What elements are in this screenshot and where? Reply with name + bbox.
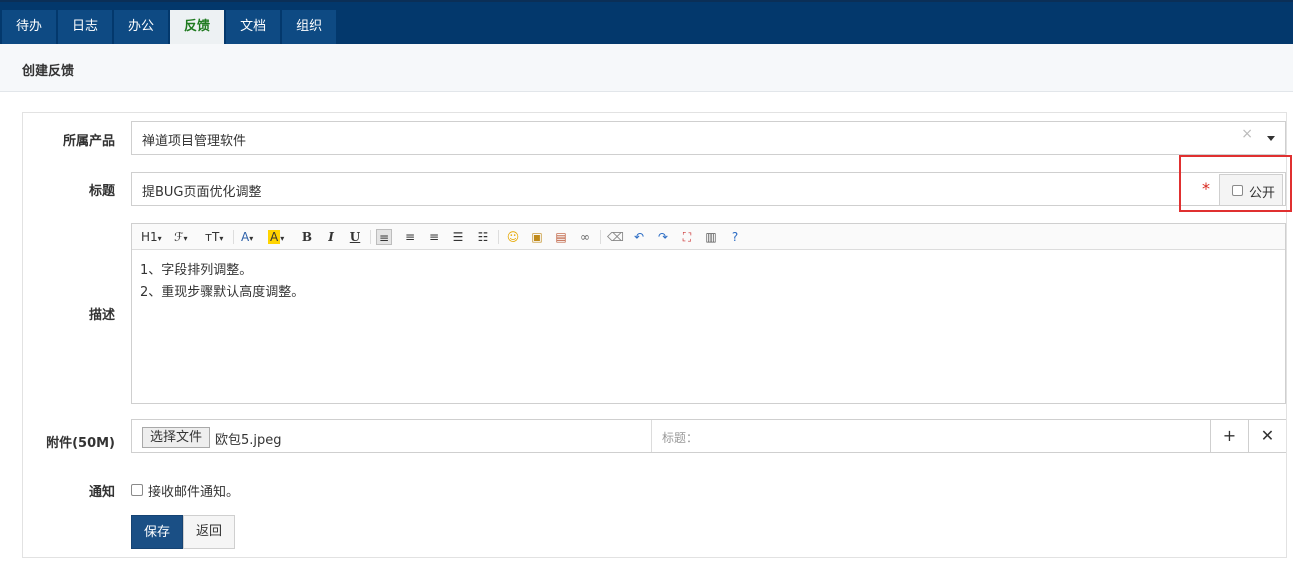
toolbar-separator xyxy=(600,230,601,244)
align-right-icon[interactable]: ≡ xyxy=(426,229,442,245)
attachment-row: 选择文件 欧包5.jpeg 标题： + ✕ xyxy=(131,419,1286,453)
code-icon[interactable]: ▤ xyxy=(553,229,569,245)
italic-icon[interactable]: I xyxy=(323,229,339,245)
main-tabs: 待办 日志 办公 反馈 文档 组织 xyxy=(2,10,338,44)
fullscreen-icon[interactable]: ⛶ xyxy=(679,229,695,245)
bold-icon[interactable]: B xyxy=(299,229,315,245)
title-value: 提BUG页面优化调整 xyxy=(142,185,262,200)
page-title: 创建反馈 xyxy=(22,64,75,79)
toolbar-separator xyxy=(370,230,371,244)
product-value: 禅道项目管理软件 xyxy=(142,134,247,149)
font-color-button[interactable]: A▾ xyxy=(241,229,253,245)
tab-feedback[interactable]: 反馈 xyxy=(170,10,225,44)
public-toggle[interactable]: 公开 xyxy=(1219,174,1283,206)
public-checkbox[interactable] xyxy=(1232,185,1243,196)
email-notify-label[interactable]: 接收邮件通知。 xyxy=(148,481,239,500)
file-name: 欧包5.jpeg xyxy=(215,433,282,448)
save-button[interactable]: 保存 xyxy=(131,515,183,549)
feedback-form: 所属产品 禅道项目管理软件 × 标题 提BUG页面优化调整 * 公开 描述 H1… xyxy=(22,112,1287,558)
title-label: 标题 xyxy=(88,184,115,199)
align-center-icon[interactable]: ≡ xyxy=(402,229,418,245)
attachment-title-input[interactable]: 标题： xyxy=(651,420,1210,452)
tab-todo[interactable]: 待办 xyxy=(2,10,57,44)
description-label: 描述 xyxy=(88,308,115,323)
editor-toolbar: H1▾ ℱ▾ ᴛT▾ A▾ A ▾ B I U ≡ ≡ ≡ ☰ ☷ ☺ ▣ ▤ ∞… xyxy=(132,224,1285,250)
notify-label: 通知 xyxy=(88,485,115,500)
back-button[interactable]: 返回 xyxy=(183,515,235,549)
close-icon: ✕ xyxy=(1260,426,1275,445)
font-family-button[interactable]: ℱ▾ xyxy=(174,229,187,245)
tab-log[interactable]: 日志 xyxy=(58,10,113,44)
description-editor[interactable]: H1▾ ℱ▾ ᴛT▾ A▾ A ▾ B I U ≡ ≡ ≡ ☰ ☷ ☺ ▣ ▤ ∞… xyxy=(131,223,1286,404)
toolbar-separator xyxy=(498,230,499,244)
unordered-list-icon[interactable]: ☷ xyxy=(475,229,491,245)
email-notify-checkbox[interactable] xyxy=(131,484,143,496)
help-icon[interactable]: ? xyxy=(727,229,743,245)
emoji-icon[interactable]: ☺ xyxy=(505,229,521,245)
attachment-title-placeholder: 标题： xyxy=(662,431,699,445)
content-line: 1、字段排列调整。 xyxy=(140,263,253,278)
redo-icon[interactable]: ↷ xyxy=(655,229,671,245)
template-icon[interactable]: ▥ xyxy=(703,229,719,245)
heading-button[interactable]: H1▾ xyxy=(141,229,162,245)
chevron-down-icon[interactable] xyxy=(1267,136,1275,141)
tab-office[interactable]: 办公 xyxy=(114,10,169,44)
link-icon[interactable]: ∞ xyxy=(577,229,593,245)
required-marker: * xyxy=(1202,179,1210,198)
ordered-list-icon[interactable]: ☰ xyxy=(450,229,466,245)
top-navigation: 待办 日志 办公 反馈 文档 组织 xyxy=(0,0,1293,44)
eraser-icon[interactable]: ⌫ xyxy=(607,229,624,245)
content-line: 2、重现步骤默认高度调整。 xyxy=(140,285,305,300)
remove-attachment-button[interactable]: ✕ xyxy=(1248,420,1286,452)
plus-icon: + xyxy=(1222,426,1237,445)
add-attachment-button[interactable]: + xyxy=(1210,420,1248,452)
product-label: 所属产品 xyxy=(62,134,115,149)
clear-icon[interactable]: × xyxy=(1241,126,1253,142)
font-size-button[interactable]: ᴛT▾ xyxy=(205,229,223,245)
background-color-button[interactable]: A ▾ xyxy=(268,229,284,245)
product-select[interactable]: 禅道项目管理软件 × xyxy=(131,121,1286,155)
title-input[interactable]: 提BUG页面优化调整 xyxy=(131,172,1286,206)
tab-document[interactable]: 文档 xyxy=(226,10,281,44)
underline-icon[interactable]: U xyxy=(347,229,363,245)
attachment-label: 附件(50M) xyxy=(46,436,115,451)
toolbar-separator xyxy=(233,230,234,244)
tab-organization[interactable]: 组织 xyxy=(282,10,337,44)
choose-file-button[interactable]: 选择文件 xyxy=(142,427,211,448)
align-left-icon[interactable]: ≡ xyxy=(376,229,392,245)
page-header: 创建反馈 xyxy=(0,44,1293,92)
editor-content[interactable]: 1、字段排列调整。 2、重现步骤默认高度调整。 xyxy=(140,260,304,304)
image-icon[interactable]: ▣ xyxy=(529,229,545,245)
undo-icon[interactable]: ↶ xyxy=(631,229,647,245)
public-label: 公开 xyxy=(1249,186,1276,201)
